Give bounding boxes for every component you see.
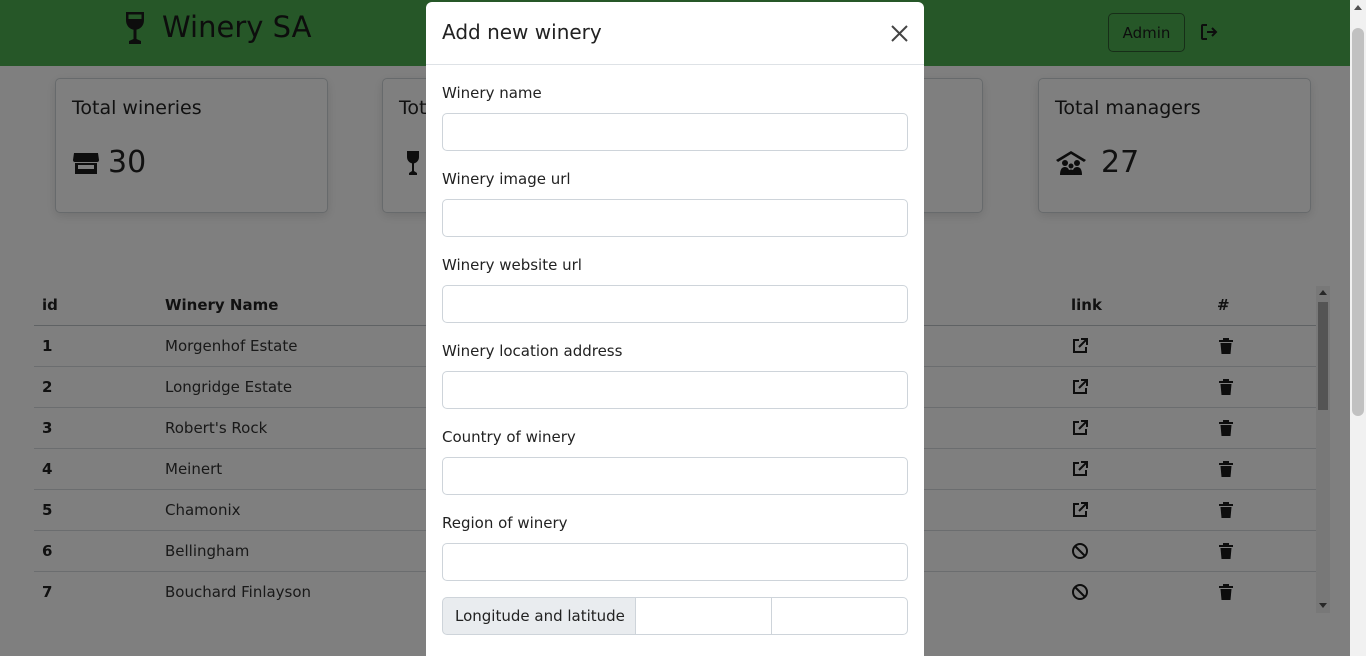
page-scrollbar[interactable] — [1350, 0, 1366, 656]
modal-header-divider — [426, 64, 924, 65]
winery-country-input[interactable] — [442, 457, 908, 495]
latitude-input[interactable] — [771, 597, 908, 635]
coordinates-label: Longitude and latitude — [442, 597, 636, 635]
winery-image-url-label: Winery image url — [442, 170, 571, 188]
winery-country-label: Country of winery — [442, 428, 576, 446]
scroll-up-arrow-icon[interactable] — [1354, 5, 1362, 10]
close-icon[interactable] — [890, 24, 909, 43]
winery-website-url-label: Winery website url — [442, 256, 582, 274]
add-winery-modal: Add new winery Winery name Winery image … — [426, 2, 924, 656]
winery-location-input[interactable] — [442, 371, 908, 409]
modal-title: Add new winery — [442, 20, 602, 44]
longitude-input[interactable] — [635, 597, 772, 635]
page-scrollbar-thumb[interactable] — [1352, 28, 1364, 416]
winery-region-input[interactable] — [442, 543, 908, 581]
winery-website-url-input[interactable] — [442, 285, 908, 323]
winery-image-url-input[interactable] — [442, 199, 908, 237]
winery-name-label: Winery name — [442, 84, 542, 102]
winery-name-input[interactable] — [442, 113, 908, 151]
winery-region-label: Region of winery — [442, 514, 568, 532]
winery-location-label: Winery location address — [442, 342, 623, 360]
